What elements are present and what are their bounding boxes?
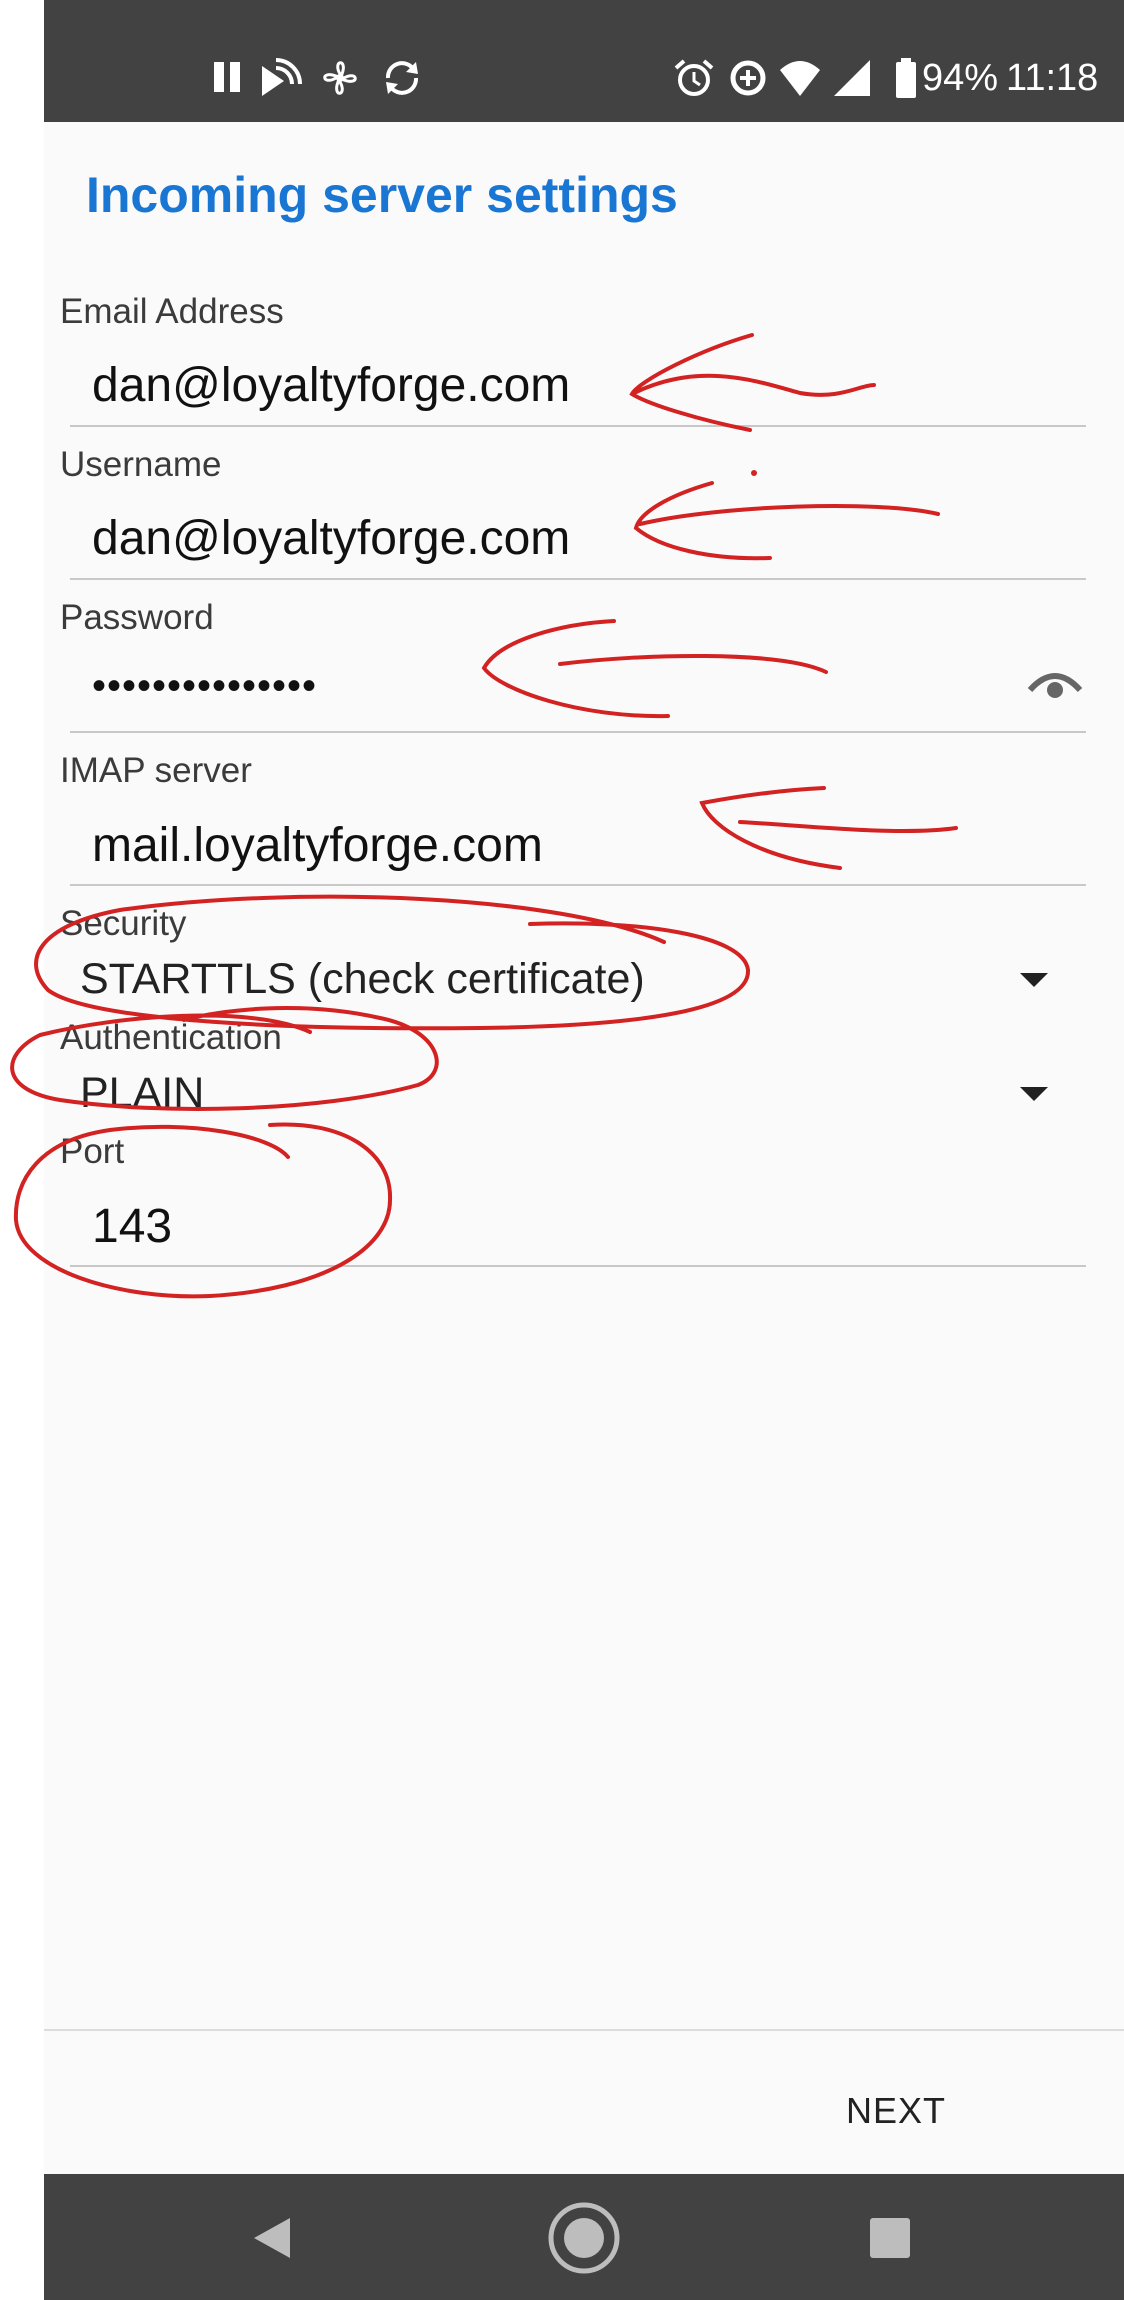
password-field-underline	[70, 731, 1086, 733]
email-label: Email Address	[60, 292, 284, 331]
data-saver-icon	[730, 60, 766, 96]
next-button[interactable]: NEXT	[786, 2076, 1006, 2146]
email-field-underline	[70, 425, 1086, 427]
back-icon[interactable]	[250, 2214, 294, 2262]
username-field-underline	[70, 578, 1086, 580]
battery-percentage: 94%	[922, 57, 999, 99]
password-field[interactable]: •••••••••••••••	[92, 664, 317, 709]
wifi-icon	[780, 61, 820, 96]
recents-icon[interactable]	[870, 2218, 910, 2258]
alarm-icon	[674, 59, 714, 96]
cast-icon	[262, 58, 302, 96]
security-select[interactable]: STARTTLS (check certificate)	[80, 955, 645, 1004]
clock: 11:18	[1006, 57, 1099, 99]
password-label: Password	[60, 598, 214, 637]
imap-server-label: IMAP server	[60, 751, 252, 790]
email-field[interactable]: dan@loyaltyforge.com	[92, 358, 570, 413]
navigation-bar	[44, 2174, 1124, 2300]
sync-icon	[386, 61, 418, 95]
status-bar: 94% 11:18	[44, 0, 1124, 122]
signal-icon	[834, 60, 870, 96]
footer-divider	[44, 2029, 1124, 2031]
fan-icon	[323, 61, 357, 95]
security-dropdown-icon[interactable]	[1020, 973, 1048, 987]
authentication-dropdown-icon[interactable]	[1020, 1087, 1048, 1101]
username-field[interactable]: dan@loyaltyforge.com	[92, 511, 570, 566]
security-label: Security	[60, 904, 187, 943]
page-title: Incoming server settings	[86, 167, 678, 223]
username-label: Username	[60, 445, 222, 484]
phone-screen: 94% 11:18 Incoming server settings Email…	[44, 0, 1124, 2300]
imap-server-field-underline	[70, 884, 1086, 886]
port-label: Port	[60, 1132, 125, 1171]
authentication-select[interactable]: PLAIN	[80, 1069, 204, 1118]
pause-icon	[214, 62, 240, 92]
home-icon[interactable]	[546, 2200, 622, 2276]
authentication-label: Authentication	[60, 1018, 282, 1057]
port-field-underline	[70, 1265, 1086, 1267]
visibility-icon[interactable]	[1026, 662, 1084, 702]
port-field[interactable]: 143	[92, 1199, 172, 1254]
imap-server-field[interactable]: mail.loyaltyforge.com	[92, 818, 543, 873]
